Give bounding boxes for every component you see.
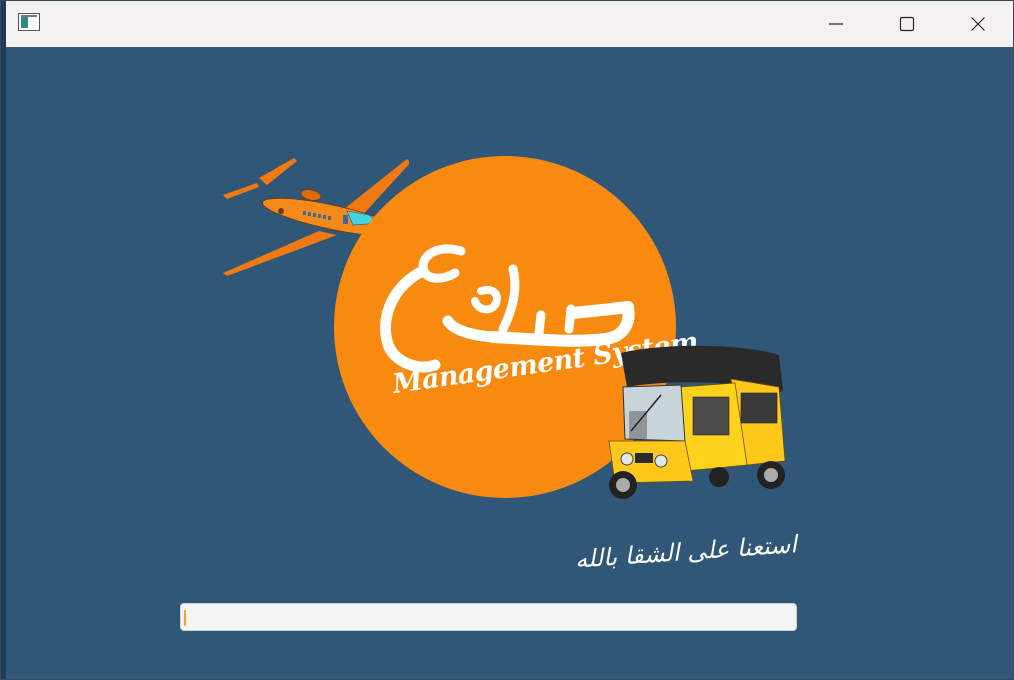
close-button[interactable] [944,1,1012,47]
maximize-button[interactable] [873,1,941,47]
app-icon [18,13,40,31]
title-bar[interactable] [6,1,1013,47]
tuktuk-icon [608,345,786,499]
close-icon [971,17,985,31]
splash-window: Management System استعنا على الشقا بالله [0,0,1014,680]
loading-progress-bar [180,603,797,631]
minimize-icon [829,23,843,25]
minimize-button[interactable] [802,1,870,47]
maximize-icon [899,16,915,32]
progress-fill [184,610,186,626]
